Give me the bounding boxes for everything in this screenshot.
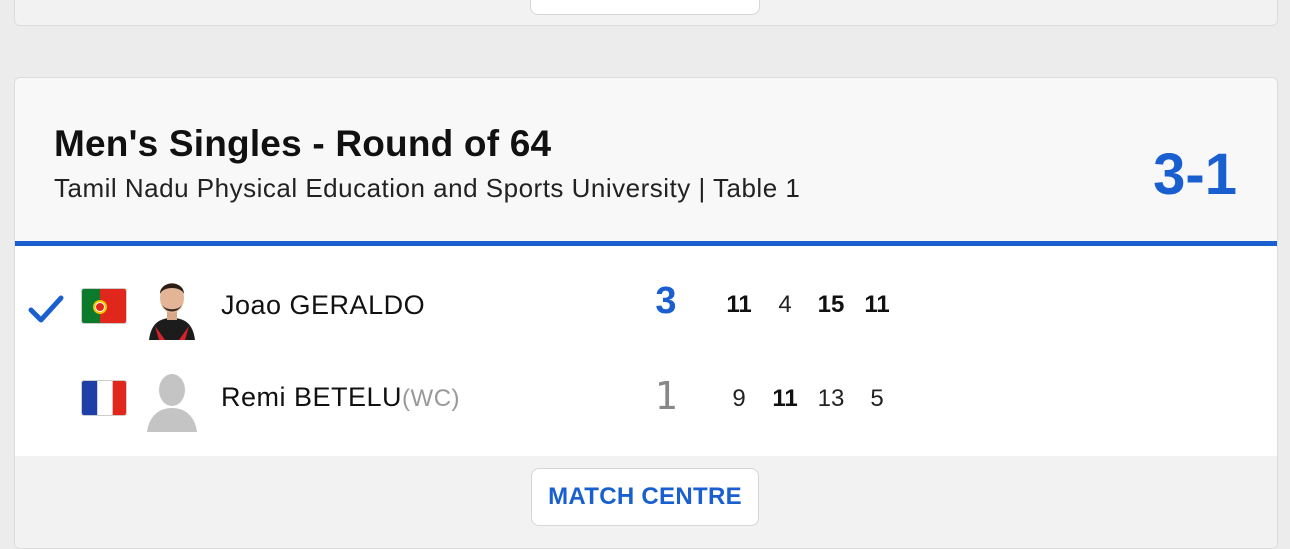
match-header: Men's Singles - Round of 64 Tamil Nadu P… (15, 78, 1277, 246)
wildcard-tag: (WC) (402, 385, 461, 412)
user-silhouette-icon (143, 366, 201, 432)
game-score: 13 (817, 385, 845, 412)
player-name-text: Joao GERALDO (221, 290, 426, 320)
france-flag-icon (81, 380, 127, 416)
match-footer: MATCH CENTRE (15, 456, 1277, 548)
player-row: Remi BETELU(WC) 1 9 11 13 5 (15, 358, 1277, 438)
sets-won: 3 (655, 280, 677, 322)
player-name[interactable]: Remi BETELU(WC) (221, 382, 460, 413)
game-score: 11 (772, 385, 798, 412)
game-score: 4 (778, 291, 792, 318)
overall-score: 3-1 (1153, 142, 1237, 207)
player-row: Joao GERALDO 3 11 4 15 11 (15, 266, 1277, 346)
player-name-text: Remi BETELU (221, 382, 403, 412)
game-score: 11 (726, 291, 752, 318)
player-name[interactable]: Joao GERALDO (221, 290, 425, 321)
game-score: 9 (732, 385, 746, 412)
previous-match-centre-button[interactable] (530, 0, 760, 15)
game-score: 15 (817, 291, 845, 318)
match-venue: Tamil Nadu Physical Education and Sports… (54, 173, 801, 203)
player-photo (143, 274, 201, 340)
sets-won: 1 (654, 374, 678, 418)
match-title: Men's Singles - Round of 64 (54, 123, 552, 164)
game-score: 5 (870, 385, 884, 412)
match-centre-button[interactable]: MATCH CENTRE (531, 468, 759, 526)
check-icon (28, 295, 64, 323)
portugal-flag-icon (81, 288, 127, 324)
match-card: Men's Singles - Round of 64 Tamil Nadu P… (14, 77, 1278, 549)
game-score: 11 (864, 291, 890, 318)
